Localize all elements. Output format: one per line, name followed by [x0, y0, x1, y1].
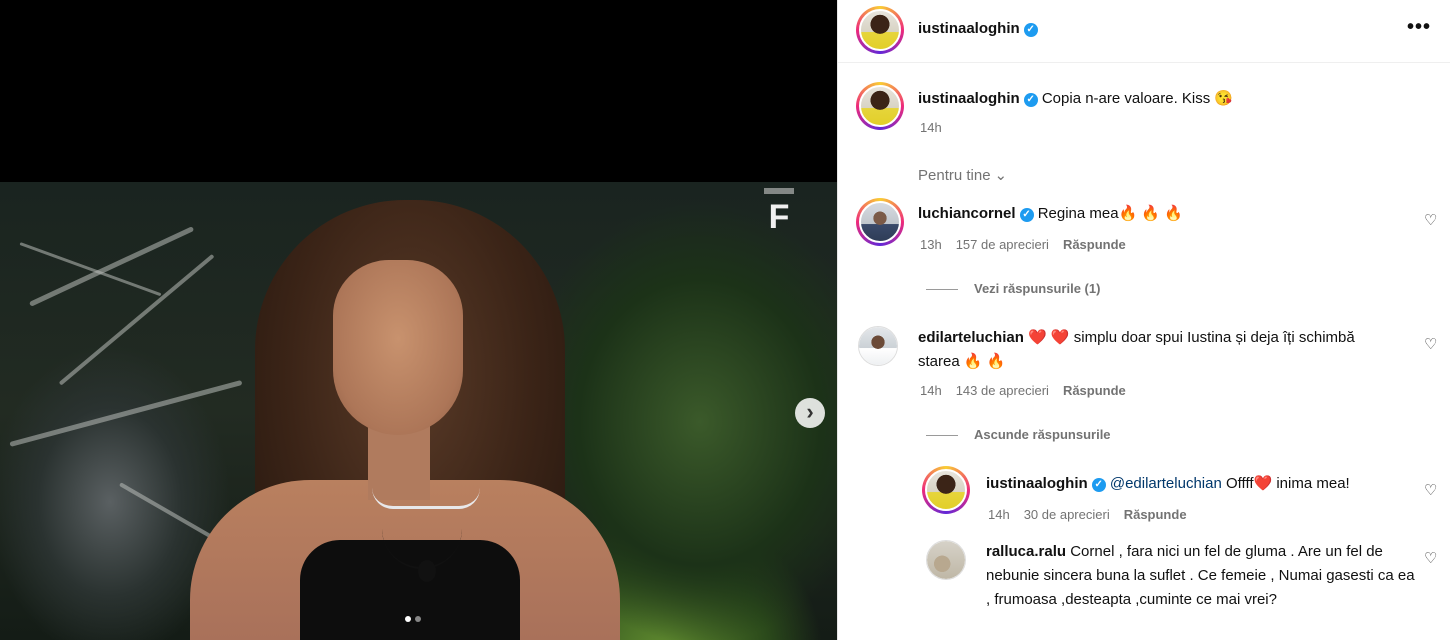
avatar-image [927, 541, 965, 579]
reply-button[interactable]: Răspunde [1063, 237, 1126, 252]
comment-avatar[interactable] [858, 326, 898, 366]
verified-badge-icon: ✓ [1091, 478, 1106, 492]
comment-meta: 14h 143 de aprecieri Răspunde [920, 383, 1140, 398]
necklace-pendant [418, 560, 436, 582]
reply-button[interactable]: Răspunde [1124, 507, 1187, 522]
header-avatar[interactable] [856, 6, 904, 54]
comment-likes[interactable]: 157 de aprecieri [956, 237, 1049, 252]
view-replies-button[interactable]: Vezi răspunsurile (1) [926, 281, 1100, 296]
channel-logo-icon: F [764, 188, 794, 242]
comments-panel: iustinaaloghin ✓ ••• iustinaaloghin ✓ Copi… [837, 0, 1450, 640]
avatar-image [859, 327, 897, 365]
like-heart-icon[interactable]: ♡ [1424, 551, 1438, 566]
comment-body: luchiancornel ✓ Regina mea🔥 🔥 🔥 [918, 202, 1398, 226]
caption-username[interactable]: iustinaaloghin [918, 90, 1020, 107]
chevron-right-icon: › [806, 399, 814, 424]
avatar-image [859, 9, 901, 51]
carousel-dot [415, 616, 421, 622]
reply-username[interactable]: iustinaaloghin [986, 475, 1088, 492]
like-heart-icon[interactable]: ♡ [1424, 483, 1438, 498]
reply-body: iustinaaloghin ✓ @edilarteluchian Offff❤️… [986, 472, 1416, 496]
post-caption: iustinaaloghin ✓ Copia n-are valoare. Kis… [918, 87, 1418, 111]
avatar-image [859, 85, 901, 127]
comment-username[interactable]: luchiancornel [918, 205, 1016, 222]
verified-badge-icon: ✓ [1023, 93, 1038, 107]
comment-body: edilarteluchian ❤️ ❤️ simplu doar spui I… [918, 326, 1378, 374]
avatar-image [925, 469, 967, 511]
comment-likes[interactable]: 143 de aprecieri [956, 383, 1049, 398]
carousel-indicator [405, 616, 421, 622]
tree-branch [9, 379, 243, 447]
reply-avatar[interactable] [922, 466, 970, 514]
reply-button[interactable]: Răspunde [1063, 383, 1126, 398]
avatar-image [859, 201, 901, 243]
comment-meta: 13h 157 de aprecieri Răspunde [920, 237, 1140, 252]
comment-text: Regina mea🔥 🔥 🔥 [1037, 205, 1183, 222]
chevron-down-icon: ⌄ [994, 167, 1008, 184]
reply-likes[interactable]: 30 de aprecieri [1024, 507, 1110, 522]
caption-avatar[interactable] [856, 82, 904, 130]
verified-badge-icon: ✓ [1023, 23, 1038, 37]
comment-sort-label: Pentru tine [918, 167, 991, 184]
caption-text: Copia n-are valoare. Kiss 😘 [1041, 90, 1234, 107]
carousel-next-button[interactable]: › [795, 398, 825, 428]
comment-sort-dropdown[interactable]: Pentru tine ⌄ [918, 166, 1021, 184]
caption-time: 14h [920, 120, 942, 135]
comment-time: 13h [920, 237, 942, 252]
like-heart-icon[interactable]: ♡ [1424, 213, 1438, 228]
header-username[interactable]: iustinaaloghin ✓ [918, 20, 1038, 37]
person-face [333, 260, 463, 435]
reply-text: Offff❤️ inima mea! [1225, 475, 1350, 492]
reply-avatar[interactable] [926, 540, 966, 580]
reply-mention[interactable]: @edilarteluchian [1110, 475, 1222, 492]
hide-replies-button[interactable]: Ascunde răspunsurile [926, 427, 1111, 442]
post-media: F › [0, 0, 837, 640]
carousel-dot [405, 616, 411, 622]
reply-time: 14h [988, 507, 1010, 522]
reply-meta: 14h 30 de aprecieri Răspunde [988, 507, 1201, 522]
verified-badge-icon: ✓ [1019, 208, 1034, 222]
like-heart-icon[interactable]: ♡ [1424, 337, 1438, 352]
more-options-icon[interactable]: ••• [1407, 16, 1431, 39]
reply-username[interactable]: ralluca.ralu [986, 543, 1066, 560]
comment-username[interactable]: edilarteluchian [918, 329, 1024, 346]
reply-body: ralluca.ralu Cornel , fara nici un fel d… [986, 540, 1416, 612]
comment-time: 14h [920, 383, 942, 398]
comment-avatar[interactable] [856, 198, 904, 246]
tree-branch [58, 253, 215, 386]
post-header: iustinaaloghin ✓ ••• [838, 0, 1450, 63]
